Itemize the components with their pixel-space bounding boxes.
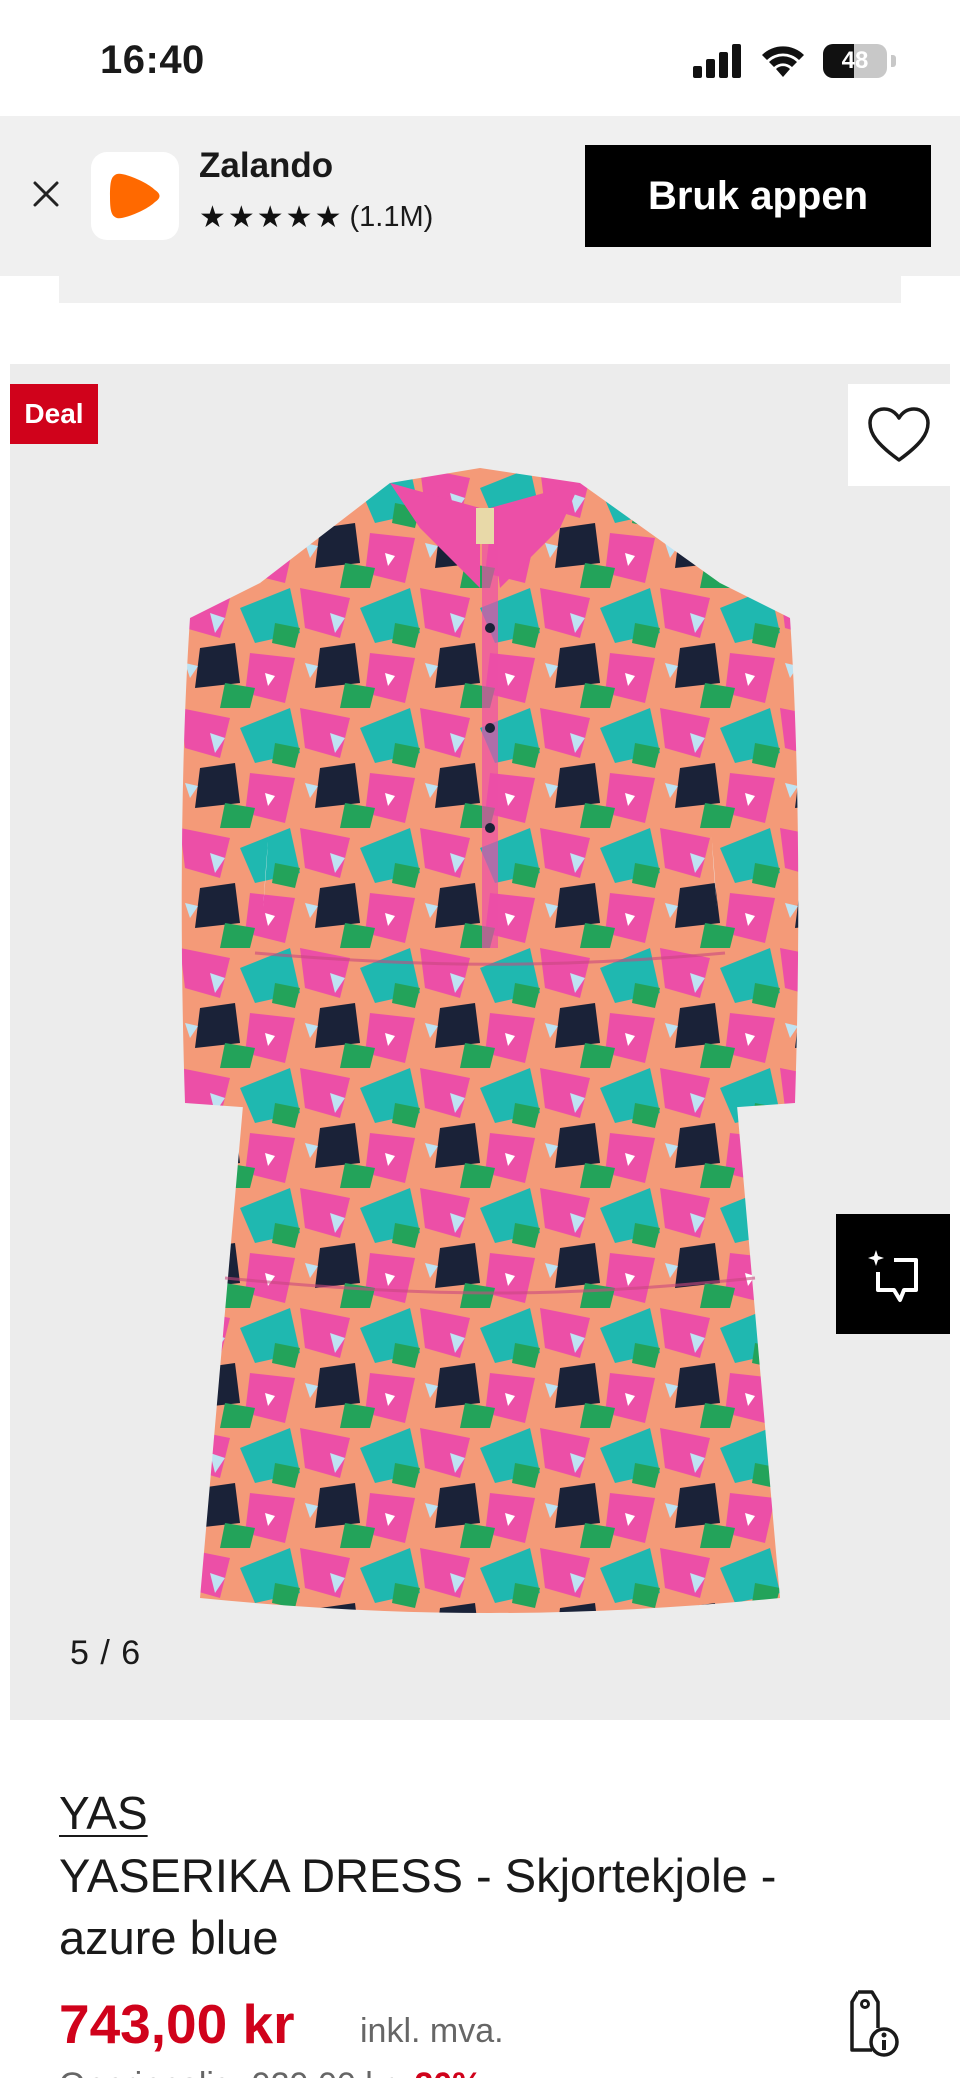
app-install-banner: Zalando ★★★★★ (1.1M) Bruk appen bbox=[0, 116, 960, 276]
close-icon bbox=[33, 181, 59, 207]
battery-cap bbox=[891, 55, 896, 67]
rating-count: (1.1M) bbox=[349, 201, 434, 233]
rating-stars: ★★★★★ bbox=[199, 201, 344, 234]
cellular-signal-icon bbox=[693, 44, 741, 78]
virtual-try-on-icon bbox=[868, 1250, 918, 1302]
product-title: YASERIKA DRESS - Skjortekjole - azure bl… bbox=[59, 1849, 777, 1964]
product-price: 743,00 kr bbox=[59, 1993, 295, 2055]
image-counter: 5 / 6 bbox=[70, 1634, 142, 1672]
battery-level: 48 bbox=[841, 47, 869, 74]
heart-icon bbox=[868, 407, 930, 462]
deal-badge: Deal bbox=[10, 384, 98, 444]
status-time: 16:40 bbox=[100, 38, 205, 82]
use-app-button[interactable]: Bruk appen bbox=[585, 145, 931, 247]
status-icons: 48 bbox=[693, 44, 896, 78]
status-bar: 16:40 48 bbox=[0, 0, 960, 116]
product-image bbox=[181, 468, 799, 1613]
app-rating: ★★★★★ (1.1M) bbox=[199, 200, 433, 235]
brand-link[interactable]: YAS bbox=[59, 1786, 148, 1840]
price-vat-note: inkl. mva. bbox=[360, 2012, 504, 2050]
close-banner-button[interactable] bbox=[24, 172, 68, 216]
battery-icon: 48 bbox=[823, 44, 887, 78]
wifi-icon bbox=[762, 46, 804, 77]
zalando-logo-icon bbox=[110, 173, 160, 219]
add-to-wishlist-button[interactable] bbox=[848, 384, 950, 486]
header-strip bbox=[59, 276, 901, 303]
discount-percent: -20% bbox=[403, 2066, 482, 2078]
product-image-gallery[interactable]: Deal 5 / 6 bbox=[10, 364, 950, 1720]
price-tag-info-icon bbox=[850, 1990, 899, 2057]
virtual-try-on-button[interactable] bbox=[836, 1214, 950, 1334]
price-info-button[interactable] bbox=[838, 1988, 902, 2058]
original-price: Opprinnelig: 929,00 kr -20% bbox=[59, 2066, 482, 2078]
original-price-text: Opprinnelig: 929,00 kr bbox=[59, 2066, 394, 2078]
app-name: Zalando bbox=[199, 146, 334, 185]
zalando-app-icon bbox=[91, 152, 179, 240]
